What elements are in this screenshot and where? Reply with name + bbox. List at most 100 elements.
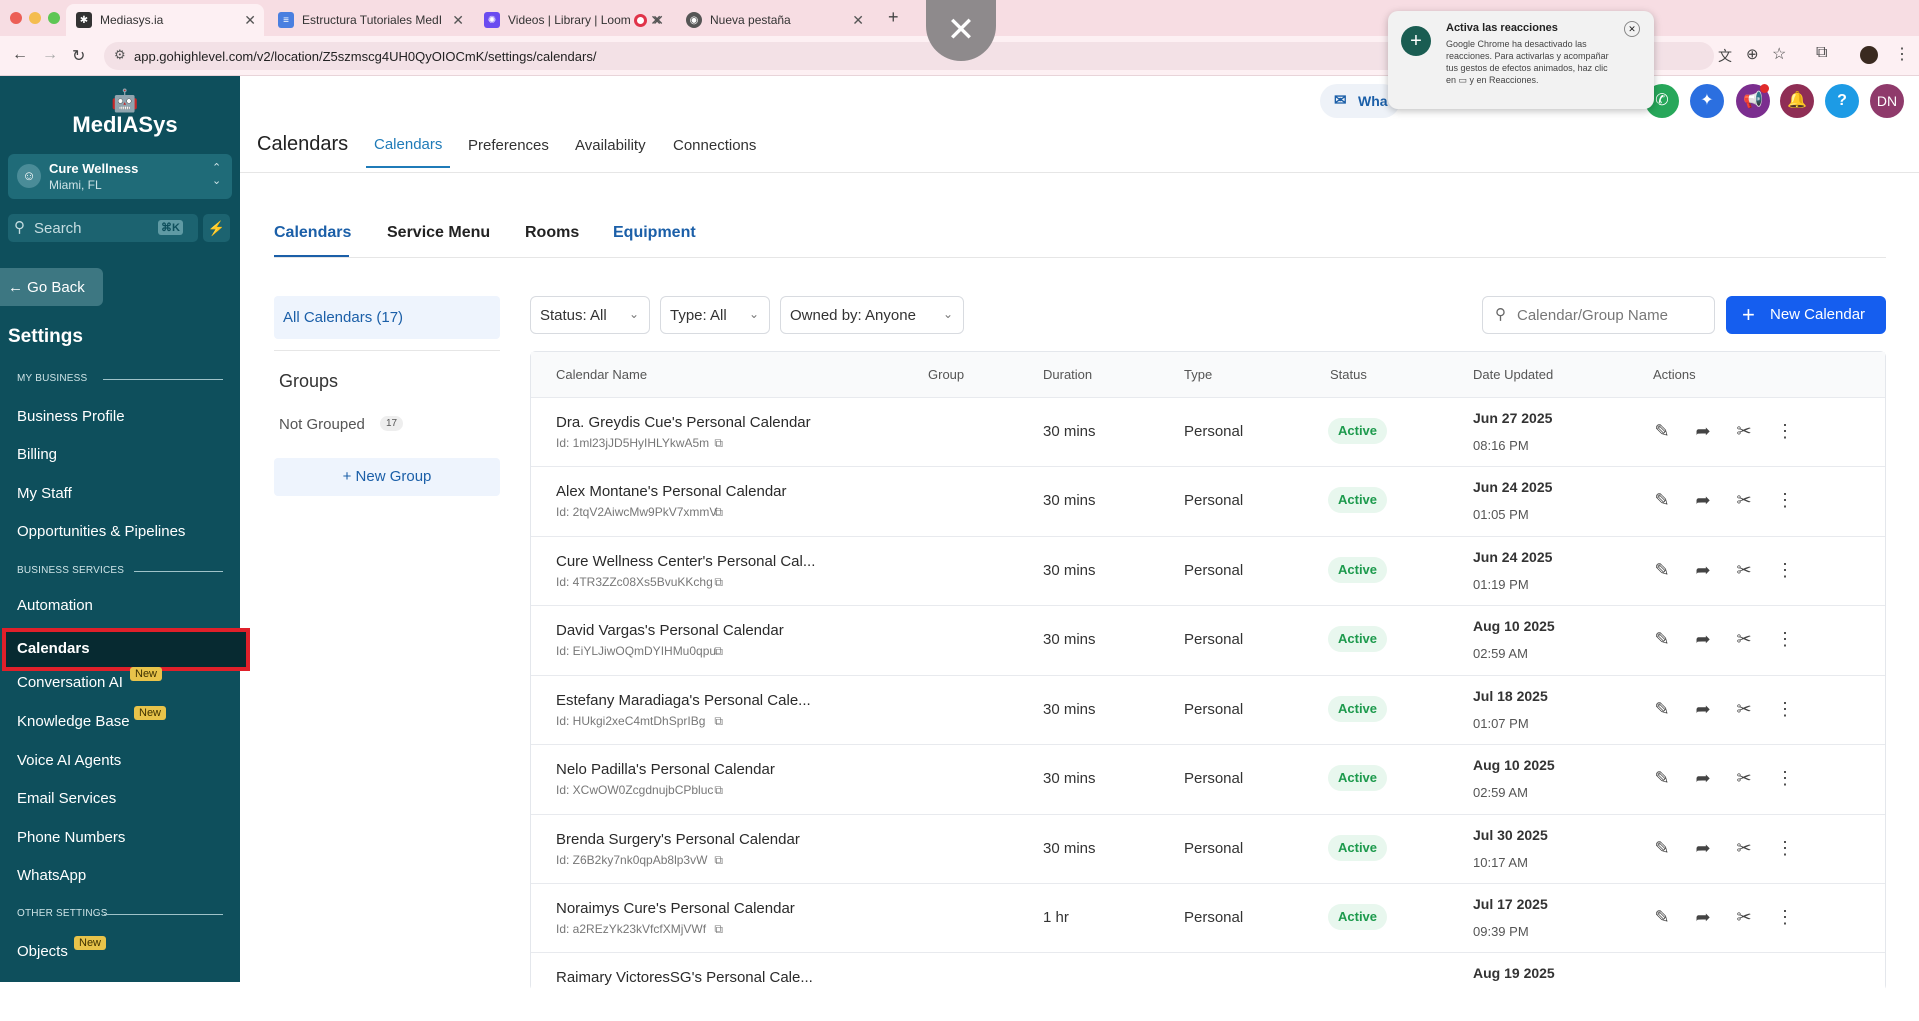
minimize-window-button[interactable]: [29, 12, 41, 24]
maximize-window-button[interactable]: [48, 12, 60, 24]
tab-availability[interactable]: Availability: [575, 137, 646, 154]
table-row[interactable]: Noraimys Cure's Personal Calendar Id: a2R…: [531, 883, 1885, 952]
table-row[interactable]: Cure Wellness Center's Personal Cal... Id…: [531, 536, 1885, 605]
tools-icon[interactable]: ✂: [1733, 628, 1755, 650]
tab-calendars[interactable]: Calendars: [374, 136, 442, 153]
edit-pencil-icon[interactable]: ✎: [1651, 837, 1673, 859]
share-icon[interactable]: ➦: [1692, 906, 1714, 928]
calendar-name-link[interactable]: Estefany Maradiaga's Personal Cale...: [556, 692, 811, 709]
tab-close-icon[interactable]: ✕: [652, 12, 664, 29]
forward-arrow-icon[interactable]: →: [42, 46, 58, 64]
copy-id-icon[interactable]: ⧉: [714, 505, 723, 520]
sidebar-item-automation[interactable]: Automation: [17, 597, 93, 614]
share-icon[interactable]: ➦: [1692, 628, 1714, 650]
edit-pencil-icon[interactable]: ✎: [1651, 698, 1673, 720]
tab-preferences[interactable]: Preferences: [468, 137, 549, 154]
sidebar-item-business-profile[interactable]: Business Profile: [17, 408, 125, 425]
tab-close-icon[interactable]: ✕: [852, 12, 864, 29]
table-row[interactable]: Brenda Surgery's Personal Calendar Id: Z6…: [531, 814, 1885, 883]
more-options-icon[interactable]: ⋮: [1774, 837, 1796, 859]
tab-close-icon[interactable]: ✕: [244, 12, 256, 29]
bookmark-star-icon[interactable]: ☆: [1772, 44, 1786, 64]
status-filter-dropdown[interactable]: Status: All ⌄: [530, 296, 650, 334]
more-options-icon[interactable]: ⋮: [1774, 489, 1796, 511]
new-tab-plus-icon[interactable]: +: [888, 7, 899, 28]
sidebar-item-objects[interactable]: Objects: [17, 943, 68, 960]
edit-pencil-icon[interactable]: ✎: [1651, 489, 1673, 511]
calendar-name-link[interactable]: Dra. Greydis Cue's Personal Calendar: [556, 414, 811, 431]
new-calendar-button[interactable]: + New Calendar: [1726, 296, 1886, 334]
subtab-service-menu[interactable]: Service Menu: [387, 224, 490, 242]
owned-by-filter-dropdown[interactable]: Owned by: Anyone ⌄: [780, 296, 964, 334]
sidebar-item-email-services[interactable]: Email Services: [17, 790, 116, 807]
quick-action-bolt-icon[interactable]: ⚡: [203, 214, 230, 242]
share-icon[interactable]: ➦: [1692, 420, 1714, 442]
zoom-icon[interactable]: ⊕: [1746, 45, 1759, 63]
sidebar-item-opportunities[interactable]: Opportunities & Pipelines: [17, 523, 185, 540]
edit-pencil-icon[interactable]: ✎: [1651, 906, 1673, 928]
table-row[interactable]: Raimary VictoresSG's Personal Cale... Aug…: [531, 952, 1885, 1021]
sidebar-item-calendars-highlight[interactable]: Calendars: [2, 628, 250, 671]
tools-icon[interactable]: ✂: [1733, 420, 1755, 442]
bell-icon[interactable]: 🔔: [1780, 84, 1814, 118]
edit-pencil-icon[interactable]: ✎: [1651, 559, 1673, 581]
tab-close-icon[interactable]: ✕: [452, 12, 464, 29]
copy-id-icon[interactable]: ⧉: [714, 714, 723, 729]
extensions-puzzle-icon[interactable]: ⧉: [1816, 44, 1827, 62]
table-row[interactable]: Alex Montane's Personal Calendar Id: 2tqV…: [531, 466, 1885, 535]
share-icon[interactable]: ➦: [1692, 837, 1714, 859]
share-icon[interactable]: ➦: [1692, 698, 1714, 720]
sidebar-item-knowledge-base[interactable]: Knowledge Base: [17, 713, 130, 730]
magic-wand-icon[interactable]: ✦: [1690, 84, 1724, 118]
calendar-name-link[interactable]: Nelo Padilla's Personal Calendar: [556, 761, 775, 778]
tools-icon[interactable]: ✂: [1733, 837, 1755, 859]
account-switcher[interactable]: ☺ Cure Wellness Miami, FL ⌃ ⌄: [8, 154, 232, 199]
browser-tab[interactable]: ◉ Nueva pestaña ✕: [676, 4, 872, 36]
edit-pencil-icon[interactable]: ✎: [1651, 767, 1673, 789]
browser-tab[interactable]: ✕: [624, 4, 672, 36]
more-options-icon[interactable]: ⋮: [1774, 420, 1796, 442]
subtab-rooms[interactable]: Rooms: [525, 224, 579, 242]
tools-icon[interactable]: ✂: [1733, 698, 1755, 720]
sidebar-search-input[interactable]: ⚲ Search ⌘K: [8, 214, 198, 242]
calendar-name-link[interactable]: Noraimys Cure's Personal Calendar: [556, 900, 795, 917]
more-options-icon[interactable]: ⋮: [1774, 698, 1796, 720]
reload-icon[interactable]: ↻: [72, 46, 85, 66]
sidebar-item-my-staff[interactable]: My Staff: [17, 485, 72, 502]
sidebar-item-conversation-ai[interactable]: Conversation AI: [17, 674, 123, 691]
calendar-name-link[interactable]: Alex Montane's Personal Calendar: [556, 483, 787, 500]
share-icon[interactable]: ➦: [1692, 559, 1714, 581]
edit-pencil-icon[interactable]: ✎: [1651, 420, 1673, 442]
subtab-calendars[interactable]: Calendars: [274, 224, 351, 242]
new-group-button[interactable]: + New Group: [274, 458, 500, 496]
table-row[interactable]: Nelo Padilla's Personal Calendar Id: XCwO…: [531, 744, 1885, 813]
calendar-search-input[interactable]: ⚲ Calendar/Group Name: [1482, 296, 1715, 334]
sidebar-item-whatsapp[interactable]: WhatsApp: [17, 867, 86, 884]
copy-id-icon[interactable]: ⧉: [714, 644, 723, 659]
calendar-name-link[interactable]: David Vargas's Personal Calendar: [556, 622, 784, 639]
user-avatar[interactable]: DN: [1870, 84, 1904, 118]
copy-id-icon[interactable]: ⧉: [714, 575, 723, 590]
browser-tab[interactable]: ≡ Estructura Tutoriales MedIAS ✕: [268, 4, 472, 36]
tools-icon[interactable]: ✂: [1733, 767, 1755, 789]
go-back-button[interactable]: ← Go Back: [0, 268, 103, 306]
sidebar-item-calendars[interactable]: Calendars: [17, 640, 90, 657]
share-icon[interactable]: ➦: [1692, 767, 1714, 789]
copy-id-icon[interactable]: ⧉: [714, 783, 723, 798]
more-options-icon[interactable]: ⋮: [1774, 559, 1796, 581]
tools-icon[interactable]: ✂: [1733, 906, 1755, 928]
translate-icon[interactable]: 文: [1718, 46, 1732, 66]
not-grouped-item[interactable]: Not Grouped: [279, 416, 365, 433]
subtab-equipment[interactable]: Equipment: [613, 224, 696, 242]
share-icon[interactable]: ➦: [1692, 489, 1714, 511]
help-icon[interactable]: ?: [1825, 84, 1859, 118]
close-window-button[interactable]: [10, 12, 22, 24]
calendar-name-link[interactable]: Raimary VictoresSG's Personal Cale...: [556, 969, 813, 986]
menu-kebab-icon[interactable]: ⋮: [1894, 44, 1910, 64]
more-options-icon[interactable]: ⋮: [1774, 628, 1796, 650]
popup-close-icon[interactable]: ✕: [1624, 21, 1640, 37]
sidebar-item-voice-ai-agents[interactable]: Voice AI Agents: [17, 752, 121, 769]
copy-id-icon[interactable]: ⧉: [714, 436, 723, 451]
tab-connections[interactable]: Connections: [673, 137, 756, 154]
more-options-icon[interactable]: ⋮: [1774, 906, 1796, 928]
